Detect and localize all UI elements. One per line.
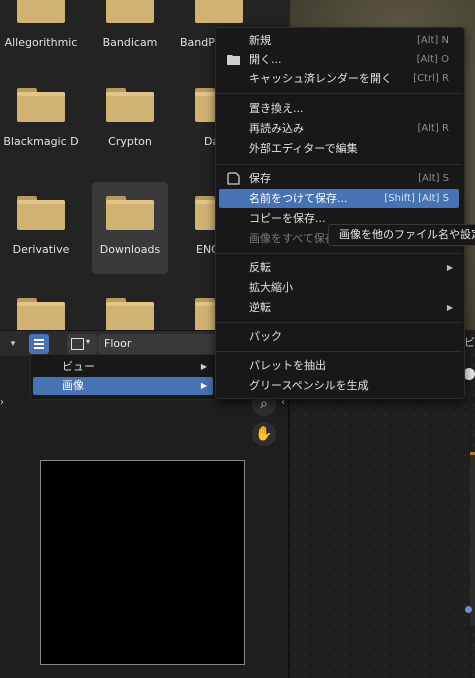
folder-icon <box>106 0 154 23</box>
menu-item-label: キャッシュ済レンダーを開く <box>249 72 392 85</box>
menu-item-label: ビュー <box>62 360 95 373</box>
shortcut-label: [Alt] R <box>417 123 449 134</box>
tooltip: 画像を他のファイル名や設定 <box>328 224 475 246</box>
folder-tile[interactable] <box>92 284 168 330</box>
shortcut-label: [Alt] N <box>416 35 449 46</box>
submenu-arrow-icon: ▶ <box>446 303 453 312</box>
menu-item-extract-palette[interactable]: パレットを抽出 <box>219 356 459 375</box>
save-icon <box>227 172 240 185</box>
menu-item-edit-externally[interactable]: 外部エディターで編集 <box>219 139 459 158</box>
shortcut-label: [Alt] S <box>418 173 449 184</box>
menu-item-label: 置き換え... <box>249 102 304 115</box>
folder-tile[interactable]: Blackmagic D <box>3 74 79 166</box>
hamburger-menu-icon[interactable] <box>29 334 49 354</box>
image-menu: 新規 [Alt] N 開く... [Alt] O キャッシュ済レンダーを開く [… <box>215 27 465 399</box>
menu-item-save[interactable]: 保存 [Alt] S <box>219 169 459 188</box>
menu-item-label: 再読み込み <box>249 122 304 135</box>
folder-tile[interactable]: Allegorithmic <box>3 0 79 67</box>
menu-item-resize[interactable]: 拡大縮小 <box>219 278 459 297</box>
menu-item-label: パック <box>249 330 282 343</box>
menu-item-label: パレットを抽出 <box>249 359 326 372</box>
folder-icon <box>17 0 65 23</box>
menu-separator <box>216 322 462 323</box>
image-icon[interactable]: ▾ <box>67 334 97 354</box>
folder-name: Allegorithmic <box>4 36 78 49</box>
folder-name: Bandicam <box>102 36 158 49</box>
submenu-arrow-icon: ▶ <box>446 263 453 272</box>
hand-icon[interactable]: ✋ <box>252 422 276 446</box>
menu-item-replace[interactable]: 置き換え... <box>219 99 459 118</box>
folder-name: Crypton <box>108 135 152 148</box>
submenu-arrow-icon: ▶ <box>200 362 207 371</box>
menu-item-label: 画像 <box>62 379 84 392</box>
menu-item-label: 逆転 <box>249 301 271 314</box>
menu-item-label: グリースペンシルを生成 <box>249 379 369 392</box>
expand-arrow-icon[interactable]: › <box>0 397 4 408</box>
folder-tile[interactable]: Derivative <box>3 182 79 274</box>
submenu-arrow-icon: ▶ <box>200 381 207 390</box>
menu-item-label: 画像をすべて保存 <box>249 232 336 245</box>
menu-item-label: 開く... <box>249 53 282 66</box>
menu-item-label: 外部エディターで編集 <box>249 142 358 155</box>
menu-separator <box>216 253 462 254</box>
menu-separator <box>216 93 462 94</box>
folder-icon <box>106 298 154 330</box>
menu-item-invert[interactable]: 逆転 ▶ <box>219 298 459 317</box>
menu-item-label: 保存 <box>249 172 271 185</box>
node-frame[interactable] <box>470 452 475 625</box>
menu-item-view[interactable]: ビュー ▶ <box>33 358 213 376</box>
chevron-down-icon[interactable]: ▾ <box>4 336 22 352</box>
folder-icon <box>106 88 154 122</box>
menu-item-save-as[interactable]: 名前をつけて保存... [Shift] [Alt] S <box>219 189 459 208</box>
menu-item-flip[interactable]: 反転 ▶ <box>219 258 459 277</box>
menu-item-label: コピーを保存... <box>249 212 326 225</box>
folder-tile[interactable]: Bandicam <box>92 0 168 67</box>
menu-item-label: 名前をつけて保存... <box>249 192 348 205</box>
shortcut-label: [Shift] [Alt] S <box>384 193 449 204</box>
folder-tile-selected[interactable]: Downloads <box>92 182 168 274</box>
folder-icon <box>17 196 65 230</box>
folder-name: Downloads <box>99 243 161 256</box>
folder-tile[interactable]: Crypton <box>92 74 168 166</box>
node-socket[interactable] <box>465 606 472 613</box>
folder-name: Derivative <box>12 243 70 256</box>
folder-name: Blackmagic D <box>3 135 79 148</box>
folder-icon <box>106 196 154 230</box>
folder-icon <box>17 88 65 122</box>
editor-menu: ビュー ▶ 画像 ▶ <box>30 354 216 400</box>
shortcut-label: [Ctrl] R <box>413 73 449 84</box>
shortcut-label: [Alt] O <box>416 54 449 65</box>
menu-item-label: 拡大縮小 <box>249 281 293 294</box>
folder-icon <box>195 0 243 23</box>
menu-item-pack[interactable]: パック <box>219 327 459 346</box>
image-canvas[interactable] <box>40 460 245 665</box>
menu-separator <box>216 351 462 352</box>
menu-item-image[interactable]: 画像 ▶ <box>33 377 213 395</box>
folder-tile[interactable] <box>3 284 79 330</box>
menu-item-label: 新規 <box>249 34 271 47</box>
folder-icon <box>227 55 240 65</box>
menu-item-open-cached-render[interactable]: キャッシュ済レンダーを開く [Ctrl] R <box>219 69 459 88</box>
menu-item-new[interactable]: 新規 [Alt] N <box>219 31 459 50</box>
menu-item-reload[interactable]: 再読み込み [Alt] R <box>219 119 459 138</box>
folder-icon <box>17 298 65 330</box>
menu-item-label: 反転 <box>249 261 271 274</box>
menu-item-generate-grease-pencil[interactable]: グリースペンシルを生成 <box>219 376 459 395</box>
menu-item-open[interactable]: 開く... [Alt] O <box>219 50 459 69</box>
menu-separator <box>216 164 462 165</box>
header-menu-label[interactable]: ビ <box>464 334 475 350</box>
